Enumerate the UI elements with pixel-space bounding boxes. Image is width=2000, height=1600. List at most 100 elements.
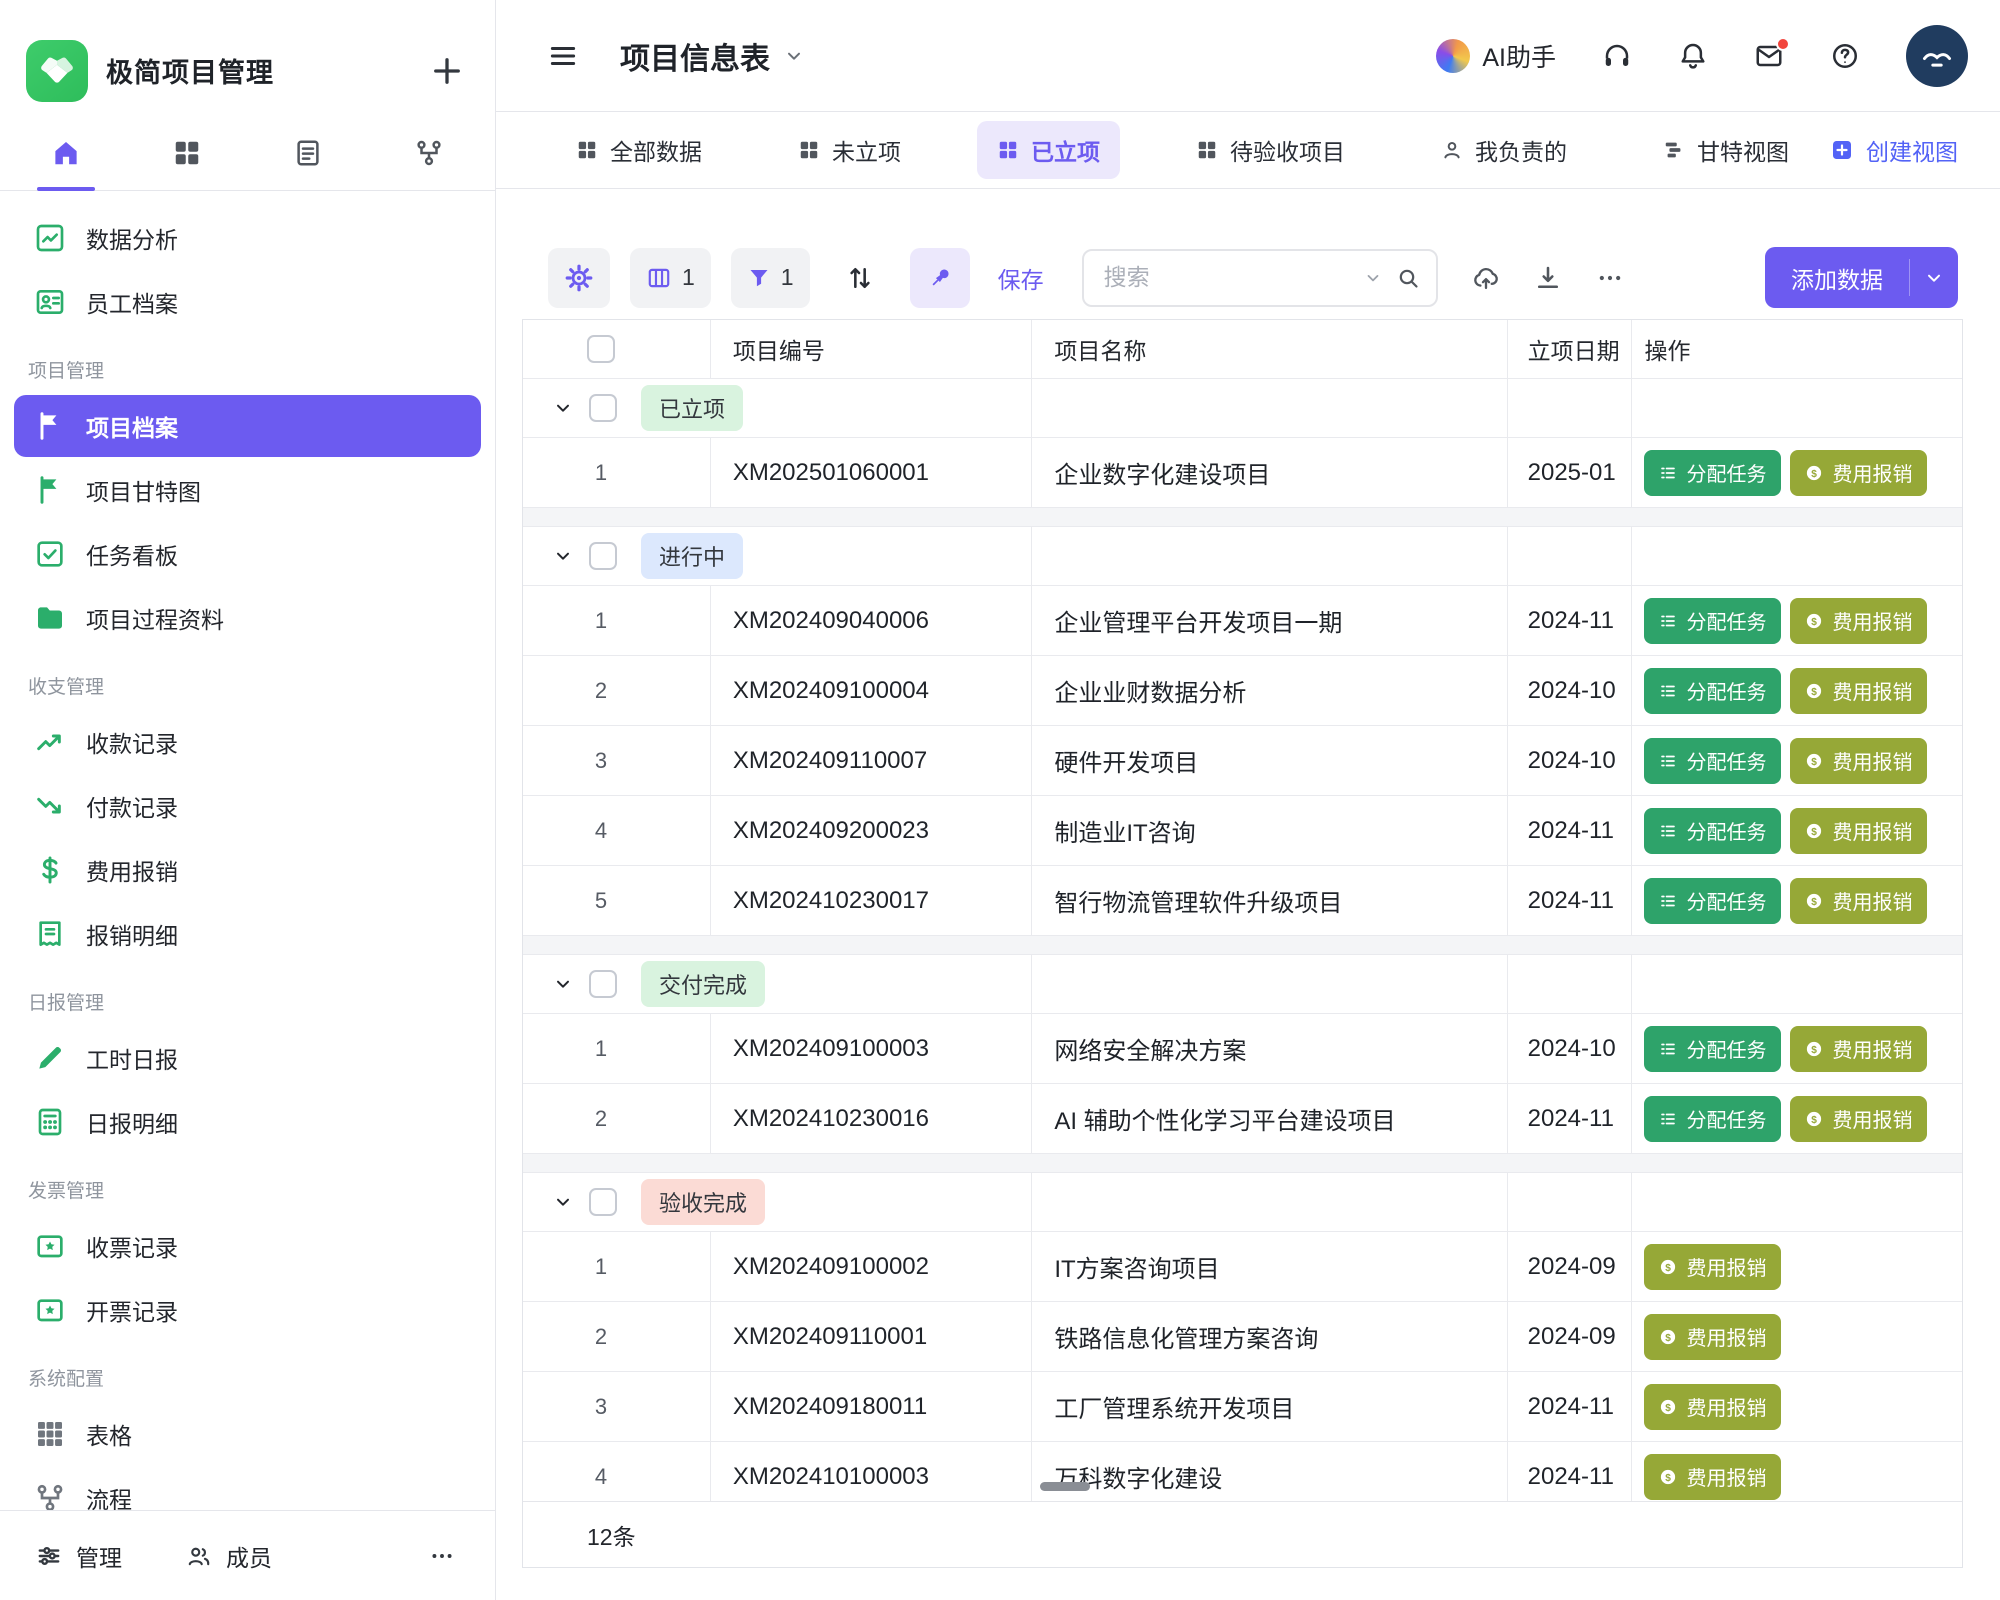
help-icon[interactable] — [1830, 41, 1860, 71]
view-tab-3[interactable]: 已立项 — [977, 121, 1120, 179]
field-config-button[interactable]: 1 — [630, 248, 711, 308]
sidebar-item[interactable]: 收票记录 — [14, 1215, 481, 1277]
expense-report-button[interactable]: $费用报销 — [1790, 1026, 1927, 1072]
upload-icon[interactable] — [1472, 264, 1500, 292]
expense-report-button[interactable]: $费用报销 — [1644, 1314, 1781, 1360]
chevron-down-icon[interactable] — [1364, 269, 1382, 287]
expense-report-button[interactable]: $费用报销 — [1790, 878, 1927, 924]
tab-apps[interactable] — [127, 115, 248, 190]
tab-docs[interactable] — [248, 115, 369, 190]
chevron-down-icon[interactable] — [553, 974, 573, 994]
view-tab-4[interactable]: 待验收项目 — [1176, 121, 1365, 179]
sidebar-item[interactable]: 表格 — [14, 1403, 481, 1465]
sidebar-item[interactable]: 收款记录 — [14, 711, 481, 773]
create-view-button[interactable]: 创建视图 — [1830, 133, 1958, 167]
expense-report-button[interactable]: $费用报销 — [1790, 1096, 1927, 1142]
manage-button[interactable]: 管理 — [36, 1539, 122, 1573]
more-icon[interactable] — [429, 1543, 455, 1569]
project-name: 网络安全解决方案 — [1032, 1014, 1507, 1083]
sort-button[interactable] — [830, 248, 890, 308]
chevron-down-icon[interactable] — [553, 398, 573, 418]
table-row[interactable]: 3XM202409110007硬件开发项目2024-10分配任务$费用报销 — [523, 726, 1962, 796]
assign-task-button[interactable]: 分配任务 — [1644, 808, 1781, 854]
group-checkbox[interactable] — [589, 1188, 617, 1216]
sidebar-item[interactable]: 项目过程资料 — [14, 587, 481, 649]
bell-icon[interactable] — [1678, 41, 1708, 71]
table-row[interactable]: 1XM202409100002IT方案咨询项目2024-09$费用报销 — [523, 1232, 1962, 1302]
sidebar-item[interactable]: 流程 — [14, 1467, 481, 1510]
table-row[interactable]: 2XM202409110001铁路信息化管理方案咨询2024-09$费用报销 — [523, 1302, 1962, 1372]
table-row[interactable]: 1XM202409040006企业管理平台开发项目一期2024-11分配任务$费… — [523, 586, 1962, 656]
column-header-date[interactable]: 立项日期 — [1508, 320, 1633, 378]
assign-task-button[interactable]: 分配任务 — [1644, 1096, 1781, 1142]
headset-icon[interactable] — [1602, 41, 1632, 71]
assign-task-button[interactable]: 分配任务 — [1644, 450, 1781, 496]
add-workspace-button[interactable] — [429, 53, 465, 89]
table-row[interactable]: 3XM202409180011工厂管理系统开发项目2024-11$费用报销 — [523, 1372, 1962, 1442]
table-row[interactable]: 4XM202410100003万科数字化建设2024-11$费用报销 — [523, 1442, 1962, 1501]
sidebar-item[interactable]: 员工档案 — [14, 271, 481, 333]
column-header-code[interactable]: 项目编号 — [711, 320, 1033, 378]
view-tab-5[interactable]: 我负责的 — [1421, 121, 1587, 179]
tab-home[interactable] — [6, 115, 127, 190]
column-header-name[interactable]: 项目名称 — [1032, 320, 1507, 378]
assign-task-button[interactable]: 分配任务 — [1644, 598, 1781, 644]
expense-report-button[interactable]: $费用报销 — [1790, 450, 1927, 496]
assign-task-button[interactable]: 分配任务 — [1644, 1026, 1781, 1072]
table-row[interactable]: 1XM202501060001企业数字化建设项目2025-01分配任务$费用报销 — [523, 438, 1962, 508]
members-button[interactable]: 成员 — [186, 1539, 272, 1573]
add-data-button[interactable]: 添加数据 — [1765, 247, 1958, 308]
select-all-checkbox[interactable] — [587, 335, 615, 363]
sidebar-item[interactable]: 项目档案 — [14, 395, 481, 457]
search-input[interactable] — [1104, 264, 1350, 291]
group-checkbox[interactable] — [589, 394, 617, 422]
assign-task-button[interactable]: 分配任务 — [1644, 738, 1781, 784]
expense-report-button[interactable]: $费用报销 — [1644, 1244, 1781, 1290]
search-icon[interactable] — [1396, 266, 1420, 290]
sidebar-item[interactable]: 报销明细 — [14, 903, 481, 965]
chevron-down-icon[interactable] — [553, 546, 573, 566]
pin-button[interactable] — [910, 248, 970, 308]
table-row[interactable]: 5XM202410230017智行物流管理软件升级项目2024-11分配任务$费… — [523, 866, 1962, 936]
avatar[interactable] — [1906, 25, 1968, 87]
mail-icon[interactable] — [1754, 41, 1784, 71]
expense-report-button[interactable]: $费用报销 — [1790, 598, 1927, 644]
sidebar-item[interactable]: 日报明细 — [14, 1091, 481, 1153]
view-tab-2[interactable]: 未立项 — [778, 121, 921, 179]
group-checkbox[interactable] — [589, 542, 617, 570]
save-button[interactable]: 保存 — [998, 261, 1044, 295]
sidebar-item[interactable]: 付款记录 — [14, 775, 481, 837]
horizontal-scrollbar[interactable] — [1040, 1482, 1090, 1491]
more-icon[interactable] — [1596, 264, 1624, 292]
expense-report-button[interactable]: $费用报销 — [1790, 668, 1927, 714]
column-header-actions[interactable]: 操作 — [1632, 320, 1962, 378]
expense-report-button[interactable]: $费用报销 — [1644, 1384, 1781, 1430]
sidebar-item[interactable]: 数据分析 — [14, 207, 481, 269]
search-box[interactable] — [1082, 249, 1438, 307]
table-row[interactable]: 1XM202409100003网络安全解决方案2024-10分配任务$费用报销 — [523, 1014, 1962, 1084]
menu-icon[interactable] — [548, 41, 578, 71]
assign-task-button[interactable]: 分配任务 — [1644, 668, 1781, 714]
sidebar-item[interactable]: 工时日报 — [14, 1027, 481, 1089]
expense-report-button[interactable]: $费用报销 — [1790, 808, 1927, 854]
expense-report-button[interactable]: $费用报销 — [1790, 738, 1927, 784]
tab-workflow[interactable] — [368, 115, 489, 190]
sidebar-item[interactable]: 项目甘特图 — [14, 459, 481, 521]
table-row[interactable]: 4XM202409200023制造业IT咨询2024-11分配任务$费用报销 — [523, 796, 1962, 866]
title-chevron-icon[interactable] — [784, 46, 804, 66]
view-tab-6[interactable]: 甘特视图 — [1643, 121, 1809, 179]
settings-button[interactable] — [548, 248, 610, 308]
sidebar-item[interactable]: 开票记录 — [14, 1279, 481, 1341]
download-icon[interactable] — [1534, 264, 1562, 292]
expense-report-button[interactable]: $费用报销 — [1644, 1454, 1781, 1500]
assign-task-button[interactable]: 分配任务 — [1644, 878, 1781, 924]
view-tab-1[interactable]: 全部数据 — [556, 121, 722, 179]
ai-assistant-button[interactable]: AI助手 — [1436, 38, 1556, 74]
filter-button[interactable]: 1 — [731, 248, 810, 308]
table-row[interactable]: 2XM202409100004企业业财数据分析2024-10分配任务$费用报销 — [523, 656, 1962, 726]
chevron-down-icon[interactable] — [553, 1192, 573, 1212]
sidebar-item[interactable]: 任务看板 — [14, 523, 481, 585]
sidebar-item[interactable]: 费用报销 — [14, 839, 481, 901]
table-row[interactable]: 2XM202410230016AI 辅助个性化学习平台建设项目2024-11分配… — [523, 1084, 1962, 1154]
group-checkbox[interactable] — [589, 970, 617, 998]
